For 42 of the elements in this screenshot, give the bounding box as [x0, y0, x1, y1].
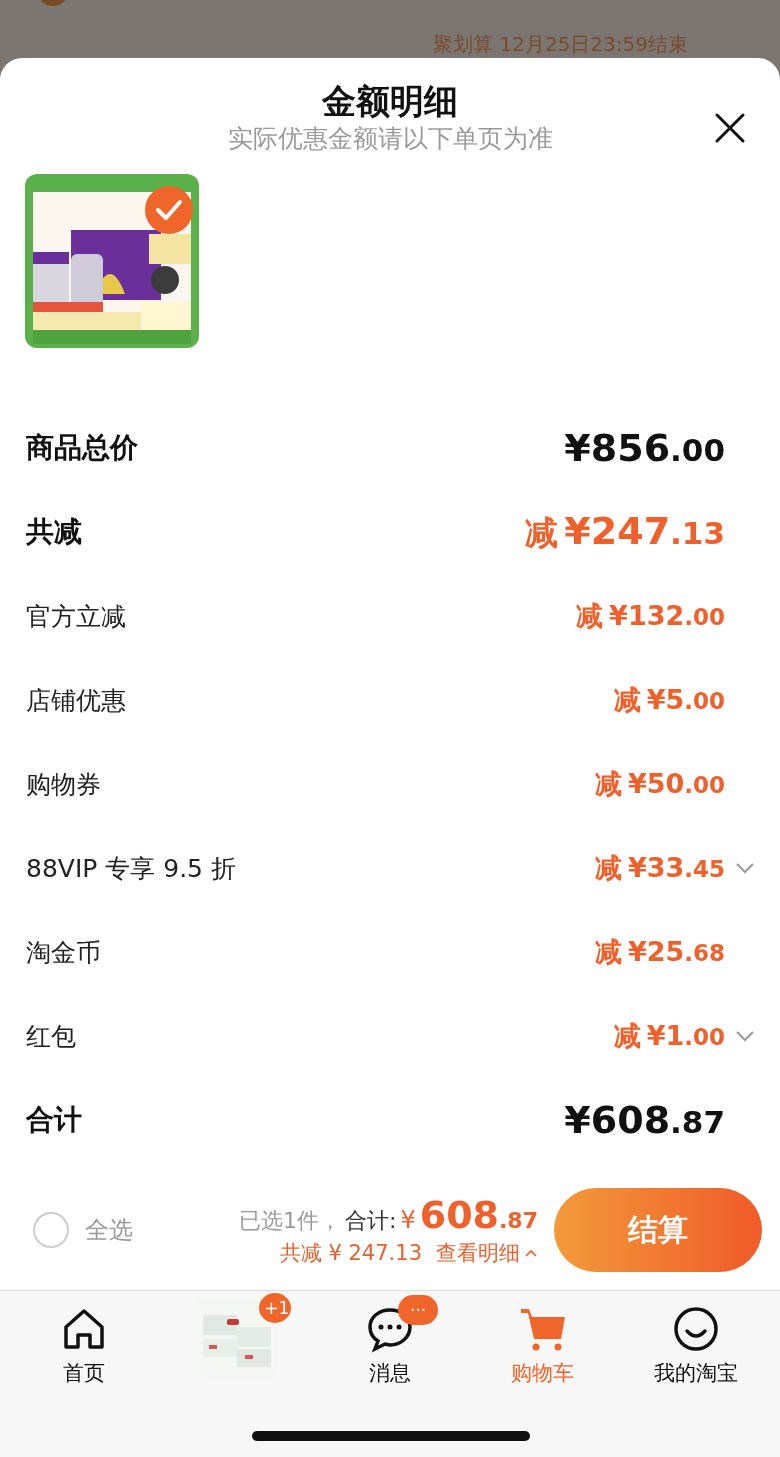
radio-icon[interactable]	[33, 1212, 69, 1248]
row-label: 红包	[26, 1020, 77, 1053]
amount-text: 减 ¥50.00	[594, 767, 725, 801]
select-all-checkbox[interactable]: 全选	[33, 1212, 223, 1248]
total-amount: ¥608.87	[400, 1193, 538, 1237]
checkmark-icon[interactable]	[145, 186, 193, 234]
row-label: 店铺优惠	[26, 684, 127, 717]
amount-text: 减 ¥132.00	[576, 599, 725, 633]
amount-text: ¥856.00	[564, 426, 725, 470]
selected-count: 已选1件，	[239, 1207, 341, 1235]
row-label: 88VIP 专享 9.5 折	[26, 852, 237, 885]
row-label: 购物券	[26, 768, 102, 801]
row-label: 商品总价	[26, 430, 139, 466]
amount-text: 减 ¥5.00	[613, 683, 725, 717]
amount-text: 减 ¥33.45	[594, 851, 725, 885]
sheet-subtitle: 实际优惠金额请以下单页为准	[226, 123, 554, 155]
amount-text: 减 ¥1.00	[613, 1019, 725, 1053]
tab-item[interactable]: 购物车	[466, 1291, 620, 1387]
amount-text: 减¥247.13	[525, 508, 725, 555]
chevron-up-icon	[524, 1248, 538, 1258]
chevron-down-icon[interactable]	[735, 1030, 755, 1042]
banner-text: 聚划算 12月25日23:59结束	[433, 34, 688, 58]
close-icon[interactable]	[714, 112, 746, 144]
tab-item[interactable]: 我的淘宝	[619, 1291, 772, 1387]
amount-text: 减 ¥25.68	[594, 935, 725, 969]
row-label: 官方立减	[26, 600, 127, 633]
smiley-icon	[671, 1305, 720, 1353]
tab-item[interactable]: ··· 消息	[313, 1291, 467, 1387]
tab-item[interactable]: 首页	[8, 1291, 161, 1387]
total-label: 合计:	[345, 1207, 397, 1235]
row-label: 淘金币	[26, 936, 102, 969]
badge: ···	[398, 1295, 439, 1325]
checkout-button[interactable]: 结算	[554, 1188, 762, 1272]
row-label: 合计	[26, 1102, 83, 1138]
details-link[interactable]: 查看明细	[436, 1239, 538, 1267]
discount-text: 共减 ¥ 247.13	[279, 1240, 422, 1267]
chevron-down-icon[interactable]	[735, 862, 755, 874]
sheet-title: 金额明细	[321, 80, 459, 122]
badge: +1	[259, 1293, 292, 1323]
product-tab[interactable]: +1	[160, 1291, 314, 1377]
amount-text: ¥608.87	[564, 1098, 725, 1142]
row-label: 共减	[26, 514, 83, 550]
